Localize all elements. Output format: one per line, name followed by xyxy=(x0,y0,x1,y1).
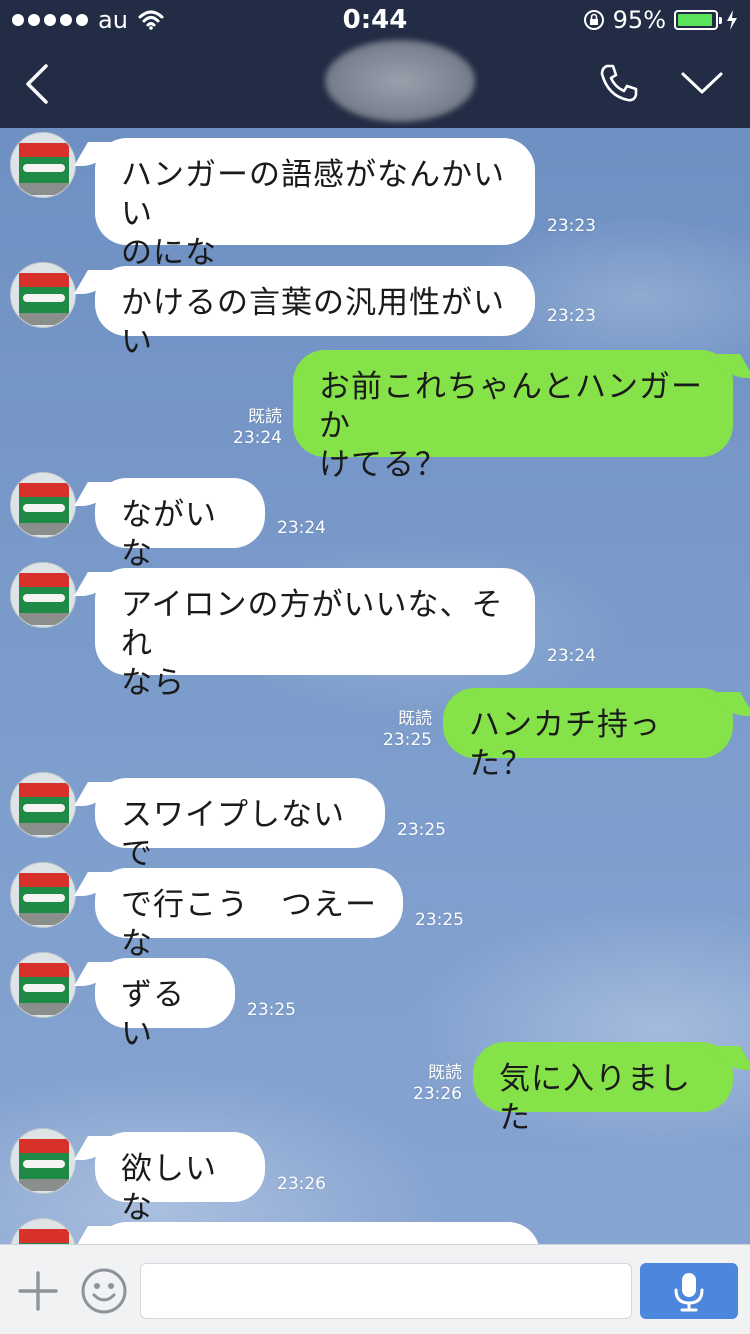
avatar[interactable] xyxy=(10,862,76,928)
charging-bolt-icon xyxy=(727,10,737,30)
incoming-message-bubble[interactable]: アイロンの方がいいな、それ なら xyxy=(95,568,535,701)
message-time: 23:24 xyxy=(233,428,282,448)
message-input[interactable] xyxy=(140,1263,632,1319)
avatar[interactable] xyxy=(10,562,76,628)
emoji-icon[interactable] xyxy=(80,1267,128,1315)
avatar[interactable] xyxy=(10,132,76,198)
battery-percent: 95% xyxy=(612,6,666,34)
message-time: 23:26 xyxy=(277,1174,326,1194)
incoming-message-bubble[interactable]: ハンガーの語感がなんかいい のにな xyxy=(95,138,535,271)
microphone-icon xyxy=(674,1273,704,1312)
back-arrow-icon[interactable] xyxy=(18,60,58,108)
status-bar: au 0:44 95% xyxy=(0,0,750,40)
incoming-message-bubble[interactable] xyxy=(95,1222,540,1244)
avatar[interactable] xyxy=(10,952,76,1018)
read-receipt: 既読 xyxy=(248,407,282,427)
message-input-bar xyxy=(0,1244,750,1334)
message-time: 23:25 xyxy=(397,820,446,840)
outgoing-message-bubble[interactable]: 気に入りました xyxy=(473,1042,733,1136)
incoming-message-bubble[interactable]: かけるの言葉の汎用性がいい xyxy=(95,266,535,360)
avatar[interactable] xyxy=(10,262,76,328)
chevron-down-icon[interactable] xyxy=(680,68,724,98)
avatar[interactable] xyxy=(10,472,76,538)
phone-icon[interactable] xyxy=(598,62,640,104)
incoming-message-bubble[interactable]: 欲しいな xyxy=(95,1132,265,1226)
read-receipt: 既読 xyxy=(428,1063,462,1083)
chat-header xyxy=(0,40,750,128)
outgoing-message-bubble[interactable]: お前これちゃんとハンガーか けてる？ xyxy=(293,350,733,483)
avatar[interactable] xyxy=(10,1218,76,1244)
read-receipt: 既読 xyxy=(398,709,432,729)
message-time: 23:25 xyxy=(415,910,464,930)
voice-message-button[interactable] xyxy=(640,1263,738,1319)
message-time: 23:26 xyxy=(413,1084,462,1104)
status-right: 95% xyxy=(583,6,738,34)
incoming-message-bubble[interactable]: ながいな xyxy=(95,478,265,572)
plus-icon[interactable] xyxy=(16,1269,60,1313)
avatar[interactable] xyxy=(10,772,76,838)
avatar[interactable] xyxy=(10,1128,76,1194)
message-list[interactable]: ハンガーの語感がなんかいい のにな 23:23 かけるの言葉の汎用性がいい 23… xyxy=(0,128,750,1244)
contact-name-blurred[interactable] xyxy=(325,40,475,122)
message-time: 23:23 xyxy=(547,216,596,236)
incoming-message-bubble[interactable]: ずるい xyxy=(95,958,235,1052)
rotation-lock-icon xyxy=(583,10,604,30)
message-time: 23:24 xyxy=(277,518,326,538)
incoming-message-bubble[interactable]: で行こう つえーな xyxy=(95,868,403,962)
message-time: 23:23 xyxy=(547,306,596,326)
outgoing-message-bubble[interactable]: ハンカチ持った？ xyxy=(443,688,733,782)
incoming-message-bubble[interactable]: スワイプしないで xyxy=(95,778,385,872)
message-time: 23:25 xyxy=(247,1000,296,1020)
message-time: 23:24 xyxy=(547,646,596,666)
message-time: 23:25 xyxy=(383,730,432,750)
battery-icon xyxy=(674,10,722,30)
battery-fill xyxy=(678,14,713,26)
